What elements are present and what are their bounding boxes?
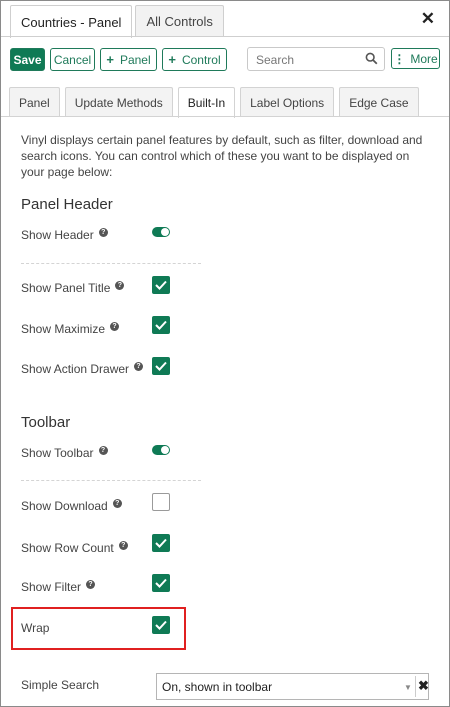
tab-label-options[interactable]: Label Options [240, 87, 335, 117]
settings-tabs: Panel Update Methods Built-In Label Opti… [9, 87, 424, 118]
tab-update-methods[interactable]: Update Methods [64, 87, 173, 117]
checkmark-icon [155, 578, 167, 588]
help-icon[interactable]: ? [86, 579, 96, 589]
help-icon[interactable]: ? [134, 361, 144, 371]
tab-all-controls[interactable]: All Controls [135, 5, 224, 37]
help-icon[interactable]: ? [98, 445, 108, 455]
cancel-button[interactable]: Cancel [50, 48, 95, 71]
show-download-text: Show Download [21, 499, 108, 513]
show-filter-label: Show Filter ? [21, 579, 96, 594]
show-download-label: Show Download ? [21, 498, 122, 513]
intro-text: Vinyl displays certain panel features by… [21, 133, 423, 179]
show-filter-text: Show Filter [21, 580, 82, 594]
simple-search-value: On, shown in toolbar [162, 680, 273, 694]
wrap-checkbox[interactable] [152, 616, 170, 634]
show-maximize-text: Show Maximize [21, 322, 106, 336]
panel-editor-window: Countries - Panel All Controls ✕ Save Ca… [0, 0, 450, 707]
tabs-divider [1, 36, 449, 37]
select-separator [415, 676, 416, 697]
chevron-down-icon[interactable]: ▼ [404, 683, 412, 692]
simple-search-text: Simple Search [21, 678, 100, 692]
help-icon[interactable]: ? [115, 280, 125, 290]
show-download-checkbox[interactable] [152, 493, 170, 511]
search-field[interactable] [247, 47, 385, 71]
simple-search-label: Simple Search [21, 678, 99, 692]
plus-icon: + [106, 52, 114, 67]
help-icon[interactable]: ? [110, 321, 120, 331]
window-tabs: Countries - Panel All Controls [10, 5, 227, 38]
show-action-drawer-text: Show Action Drawer [21, 362, 130, 376]
show-toolbar-text: Show Toolbar [21, 446, 94, 460]
search-input[interactable] [254, 51, 358, 69]
show-panel-title-checkbox[interactable] [152, 276, 170, 294]
simple-search-select[interactable]: On, shown in toolbar ▼ ✖ [156, 673, 429, 700]
subtabs-divider [1, 116, 449, 117]
add-control-label: Control [181, 52, 221, 67]
wrap-text: Wrap [21, 621, 50, 635]
tab-countries-panel[interactable]: Countries - Panel [10, 5, 133, 38]
help-icon[interactable]: ? [118, 540, 128, 550]
add-panel-button[interactable]: + Panel [100, 48, 157, 71]
show-filter-checkbox[interactable] [152, 574, 170, 592]
tab-edge-case[interactable]: Edge Case [339, 87, 419, 117]
more-label: More [410, 51, 438, 66]
add-panel-label: Panel [119, 52, 151, 67]
wrap-label: Wrap [21, 621, 49, 635]
checkmark-icon [155, 361, 167, 371]
plus-icon: + [168, 52, 176, 67]
checkmark-icon [155, 280, 167, 290]
more-vertical-icon: ⋮ [393, 51, 406, 66]
section-title-toolbar: Toolbar [21, 414, 71, 431]
more-button[interactable]: ⋮ More [391, 48, 440, 69]
clear-icon[interactable]: ✖ [418, 678, 429, 694]
save-button[interactable]: Save [10, 48, 45, 71]
show-row-count-label: Show Row Count ? [21, 540, 128, 555]
section-title-panel-header: Panel Header [21, 196, 113, 213]
show-action-drawer-label: Show Action Drawer ? [21, 361, 144, 376]
show-header-toggle[interactable] [152, 227, 170, 237]
checkmark-icon [155, 620, 167, 630]
show-panel-title-text: Show Panel Title [21, 281, 111, 295]
show-action-drawer-checkbox[interactable] [152, 357, 170, 375]
show-header-text: Show Header [21, 228, 94, 242]
checkmark-icon [155, 320, 167, 330]
show-maximize-label: Show Maximize ? [21, 321, 120, 336]
show-header-label: Show Header ? [21, 227, 108, 242]
show-toolbar-label: Show Toolbar ? [21, 445, 108, 460]
show-row-count-text: Show Row Count [21, 541, 114, 555]
divider [21, 263, 201, 264]
tab-built-in[interactable]: Built-In [177, 87, 236, 118]
show-panel-title-label: Show Panel Title ? [21, 280, 125, 295]
help-icon[interactable]: ? [112, 498, 122, 508]
search-icon[interactable] [365, 52, 378, 65]
tab-panel[interactable]: Panel [9, 87, 60, 117]
divider [21, 480, 201, 481]
checkmark-icon [155, 538, 167, 548]
add-control-button[interactable]: + Control [162, 48, 227, 71]
close-icon[interactable]: ✕ [421, 9, 435, 29]
help-icon[interactable]: ? [98, 227, 108, 237]
show-row-count-checkbox[interactable] [152, 534, 170, 552]
show-maximize-checkbox[interactable] [152, 316, 170, 334]
show-toolbar-toggle[interactable] [152, 445, 170, 455]
